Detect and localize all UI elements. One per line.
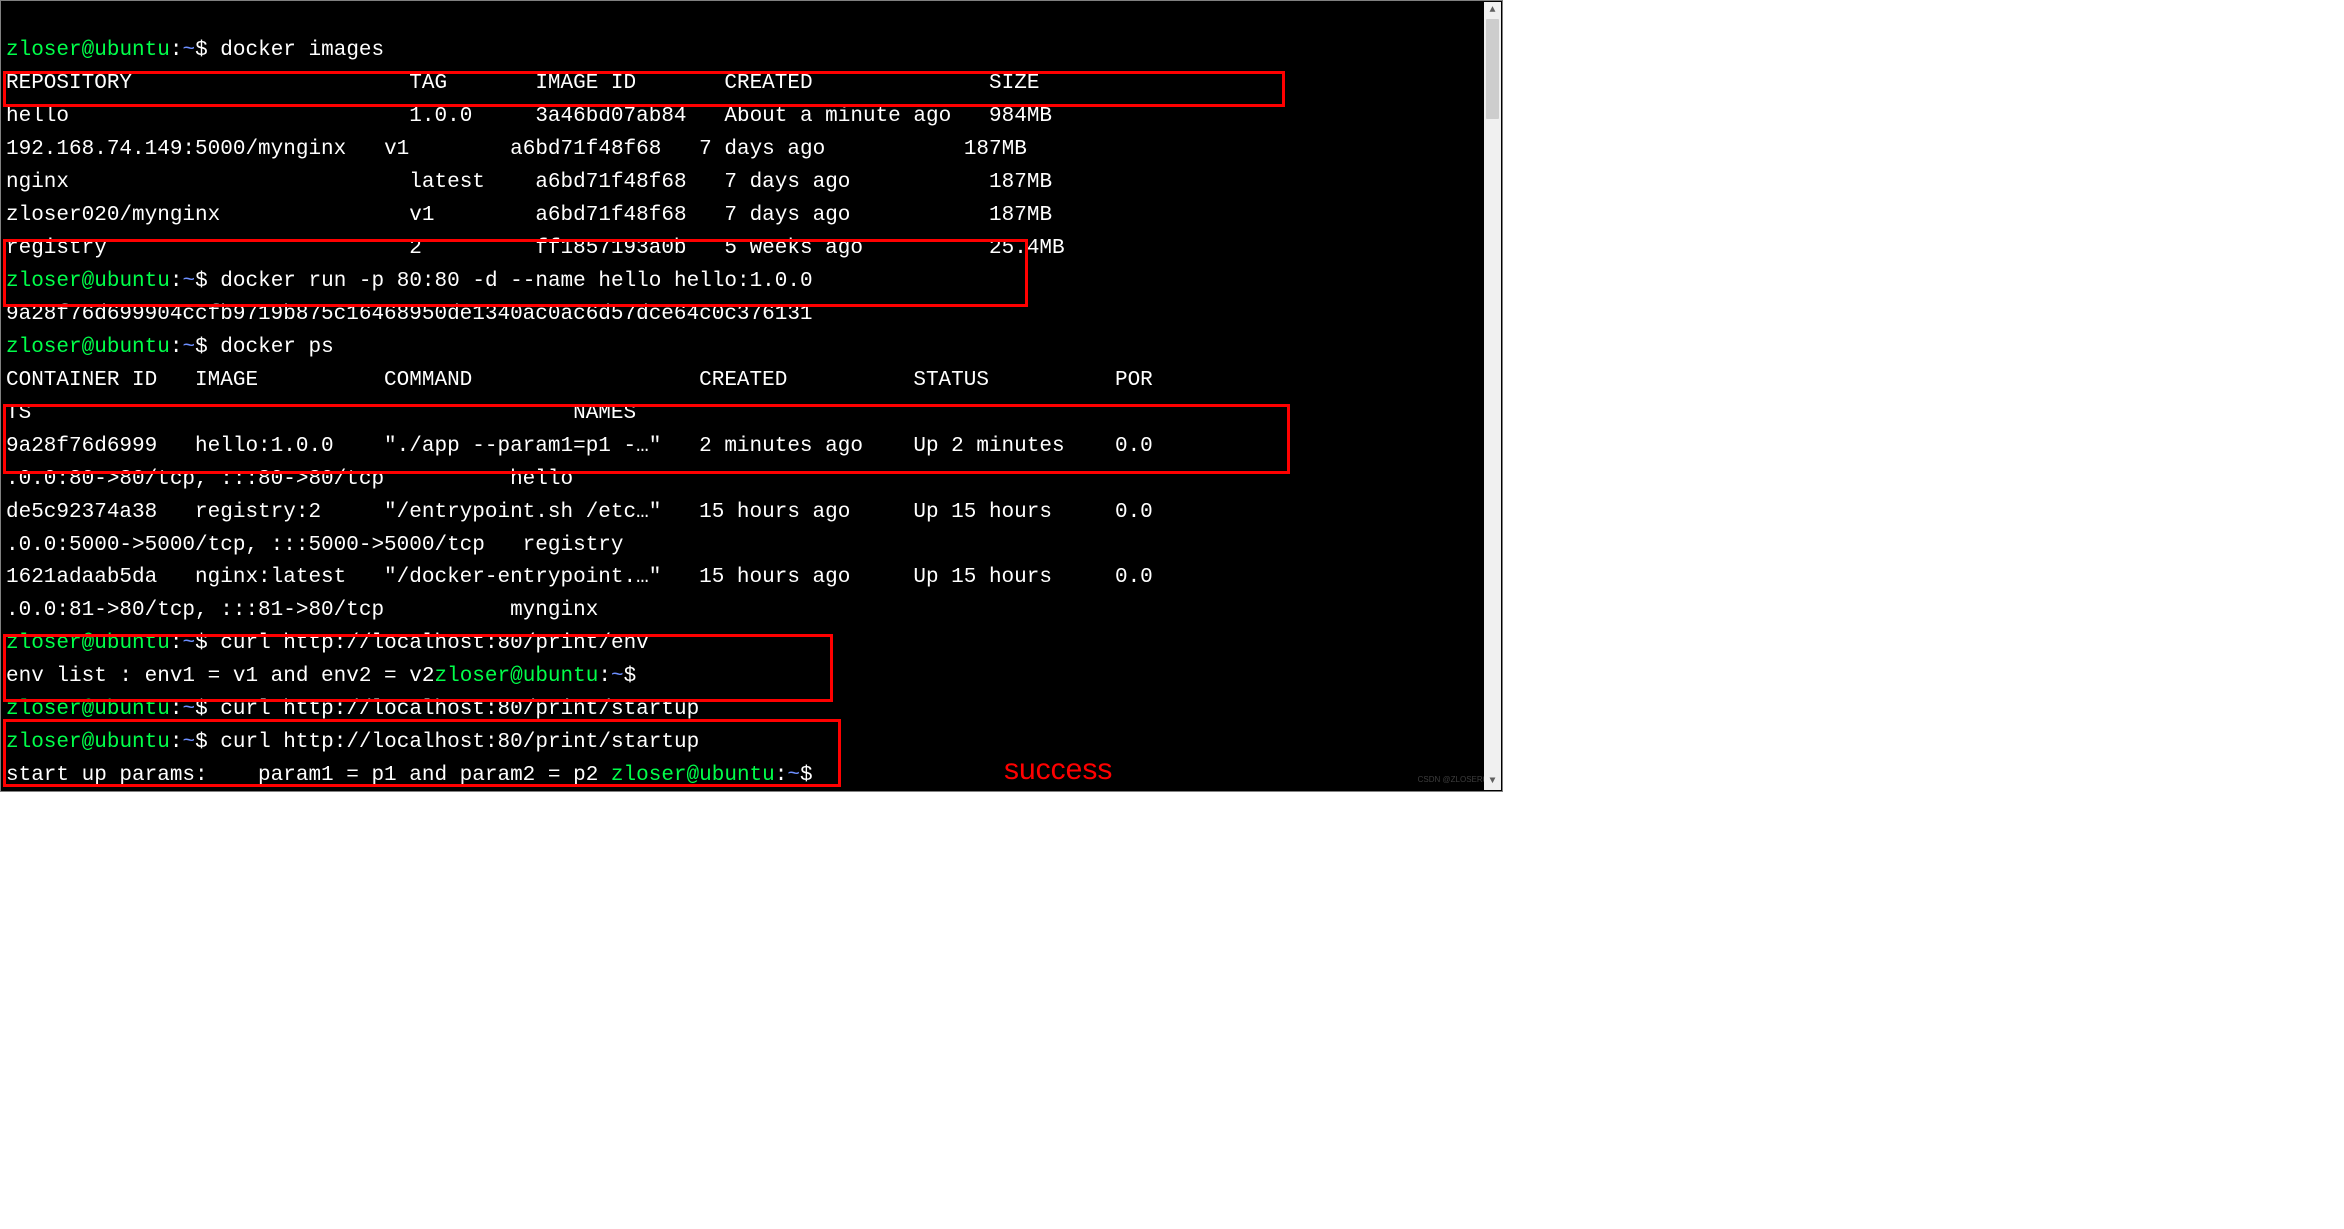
prompt-line: zloser@ubuntu:~$ <box>6 632 220 655</box>
curl-startup-output: start up params: param1 = p1 and param2 … <box>6 764 825 787</box>
cmd-docker-ps: docker ps <box>220 336 333 359</box>
images-header: REPOSITORY TAG IMAGE ID CREATED SIZE <box>6 72 1039 95</box>
scrollbar-track[interactable] <box>1484 19 1501 773</box>
cmd-docker-run: docker run -p 80:80 -d --name hello hell… <box>220 270 812 293</box>
prompt-line: zloser@ubuntu:~$ <box>6 698 220 721</box>
annotation-success: success <box>1004 746 1112 793</box>
prompt-line: zloser@ubuntu:~$ <box>6 270 220 293</box>
screenshot-viewport: zloser@ubuntu:~$ docker images REPOSITOR… <box>0 0 1503 792</box>
ps-row-registry-l2: .0.0:5000->5000/tcp, :::5000->5000/tcp r… <box>6 534 624 557</box>
prompt-symbol: $ <box>195 39 208 62</box>
scroll-up-arrow-icon[interactable]: ▲ <box>1484 2 1501 19</box>
ps-row-hello-l2: .0.0:80->80/tcp, :::80->80/tcp hello <box>6 468 573 491</box>
prompt-user-host: zloser@ubuntu <box>6 39 170 62</box>
cmd-curl-env: curl http://localhost:80/print/env <box>220 632 648 655</box>
ps-row-nginx-l1: 1621adaab5da nginx:latest "/docker-entry… <box>6 566 1153 589</box>
cmd-curl-startup-1: curl http://localhost:80/print/startup <box>220 698 699 721</box>
curl-env-output: env list : env1 = v1 and env2 = v2zloser… <box>6 665 649 688</box>
docker-run-output: 9a28f76d699904ccfb9719b875c16468950de134… <box>6 303 813 326</box>
images-row: nginx latest a6bd71f48f68 7 days ago 187… <box>6 171 1052 194</box>
ps-row-registry-l1: de5c92374a38 registry:2 "/entrypoint.sh … <box>6 501 1153 524</box>
cmd-curl-startup-2: curl http://localhost:80/print/startup <box>220 731 699 754</box>
images-row: zloser020/mynginx v1 a6bd71f48f68 7 days… <box>6 204 1052 227</box>
prompt-line: zloser@ubuntu:~$ <box>6 39 220 62</box>
images-row-hello: hello 1.0.0 3a46bd07ab84 About a minute … <box>6 105 1052 128</box>
ps-row-hello-l1: 9a28f76d6999 hello:1.0.0 "./app --param1… <box>6 435 1153 458</box>
prompt-line: zloser@ubuntu:~$ <box>6 731 220 754</box>
scrollbar-thumb[interactable] <box>1486 19 1499 119</box>
ps-header-line1: CONTAINER ID IMAGE COMMAND CREATED STATU… <box>6 369 1153 392</box>
scroll-down-arrow-icon[interactable]: ▼ <box>1484 773 1501 790</box>
prompt-path: ~ <box>182 39 195 62</box>
cmd-docker-images: docker images <box>220 39 384 62</box>
prompt-line: zloser@ubuntu:~$ <box>6 336 220 359</box>
images-row: 192.168.74.149:5000/mynginx v1 a6bd71f48… <box>6 138 1027 161</box>
images-row: registry 2 ff1857193a0b 5 weeks ago 25.4… <box>6 237 1065 260</box>
ps-row-nginx-l2: .0.0:81->80/tcp, :::81->80/tcp mynginx <box>6 599 598 622</box>
vertical-scrollbar[interactable]: ▲ ▼ <box>1484 2 1501 790</box>
ps-header-line2: TS NAMES <box>6 402 636 425</box>
terminal-output-area: zloser@ubuntu:~$ docker images REPOSITOR… <box>2 2 1484 790</box>
